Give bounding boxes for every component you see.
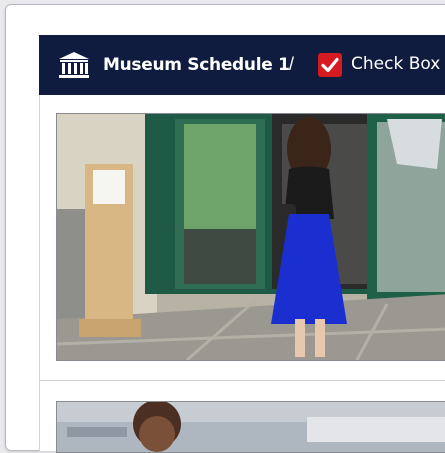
breadcrumb-separator: / [289, 54, 295, 74]
museum-icon [59, 52, 89, 78]
check-box[interactable] [318, 53, 342, 77]
entrance-scene-image [57, 114, 445, 360]
visitor-photo[interactable] [56, 401, 445, 453]
visitor-scene-image [57, 402, 445, 452]
museum-entrance-photo[interactable] [56, 113, 445, 361]
page-title: Museum Schedule 1 [103, 55, 290, 75]
checkmark-icon [321, 57, 339, 73]
schedule-header: Museum Schedule 1 / Check Box [39, 35, 445, 95]
check-box-label[interactable]: Check Box [351, 54, 440, 74]
